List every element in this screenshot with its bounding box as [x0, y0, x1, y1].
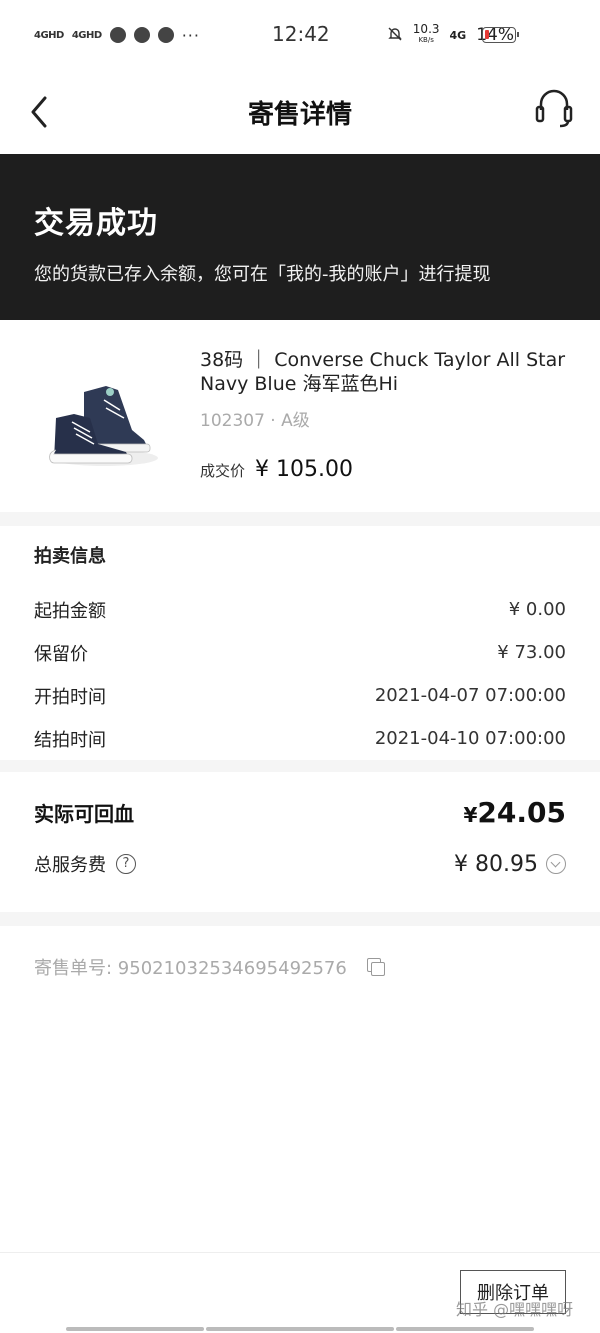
auction-row-label: 开拍时间: [34, 686, 106, 708]
payout-section: 实际可回血 ¥24.05 总服务费 ? ¥ 80.95: [0, 772, 600, 877]
section-divider: [0, 760, 600, 772]
network-type: 4G: [449, 28, 467, 42]
clock: 12:42: [272, 22, 330, 46]
service-fee-label: 总服务费: [34, 855, 106, 876]
home-indicator-segment: [206, 1327, 394, 1331]
order-number: 寄售单号: 950210325346954925​76: [34, 958, 347, 979]
transaction-status-title: 交易成功: [34, 206, 158, 241]
page-title: 寄售详情: [247, 99, 352, 130]
product-card[interactable]: 38码 ｜ Converse Chuck Taylor All Star Nav…: [0, 320, 600, 512]
payout-amount: ¥24.05: [464, 796, 567, 829]
auction-row-label: 起拍金额: [34, 600, 106, 622]
payout-amount-value: 24.05: [477, 795, 566, 829]
product-image: [44, 370, 158, 470]
headset-icon[interactable]: [534, 86, 574, 130]
footer-divider: [0, 1252, 600, 1253]
section-divider: [0, 912, 600, 926]
wechat-icon: [109, 27, 126, 43]
order-number-row: 寄售单号: 950210325346954925​76: [34, 954, 385, 980]
home-indicator-segment: [66, 1327, 204, 1331]
chevron-down-icon[interactable]: [546, 854, 566, 874]
network-speed-unit: KB/s: [418, 36, 434, 44]
deal-price-value: ¥ 105.00: [255, 457, 353, 482]
help-icon[interactable]: ?: [116, 854, 136, 874]
chevron-left-icon[interactable]: [28, 92, 68, 132]
transaction-status-subtitle: 您的货款已存入余额，您可在「我的-我的账户」进行提现: [34, 264, 491, 285]
network-speed-value: 10.3: [412, 22, 440, 36]
status-left: 4GHD 4GHD ···: [34, 26, 200, 45]
auction-info-title: 拍卖信息: [34, 546, 106, 567]
auction-row-label: 保留价: [34, 643, 88, 665]
auction-row: 结拍时间 2021-04-10 07:00:00: [34, 717, 566, 760]
signal-indicator-1: 4GHD: [34, 29, 64, 41]
network-speed: 10.3 KB/s: [412, 22, 440, 46]
nav-bar: 寄售详情: [0, 70, 600, 154]
section-divider: [0, 512, 600, 526]
auction-row-value: ¥ 73.00: [497, 642, 566, 663]
payout-row: 实际可回血 ¥24.05: [34, 772, 566, 852]
music-icon: [157, 27, 174, 43]
watermark: 知乎 @嘿嘿嘿呀: [456, 1300, 574, 1319]
auction-row: 保留价 ¥ 73.00: [34, 631, 566, 674]
payout-currency: ¥: [463, 802, 478, 827]
copy-icon[interactable]: [366, 958, 385, 976]
home-indicator-segment: [396, 1327, 534, 1331]
qq-icon: [133, 27, 150, 43]
auction-info-section: 拍卖信息 起拍金额 ¥ 0.00 保留价 ¥ 73.00 开拍时间 2021-0…: [0, 526, 600, 760]
auction-row-value: 2021-04-07 07:00:00: [374, 685, 566, 706]
payout-label: 实际可回血: [34, 801, 134, 826]
battery-icon: [482, 27, 519, 43]
product-name: 38码 ｜ Converse Chuck Taylor All Star Nav…: [200, 349, 566, 395]
auction-row-value: 2021-04-10 07:00:00: [374, 728, 566, 749]
mute-icon: [387, 26, 403, 45]
service-fee-row[interactable]: 总服务费 ? ¥ 80.95: [34, 851, 566, 877]
product-price-row: 成交价 ¥ 105.00: [200, 457, 570, 482]
service-fee-value-group[interactable]: ¥ 80.95: [454, 852, 566, 877]
product-sku: 102307 · A级: [200, 411, 310, 431]
auction-row-label: 结拍时间: [34, 729, 106, 751]
deal-price-label: 成交价: [200, 462, 246, 480]
auction-row: 开拍时间 2021-04-07 07:00:00: [34, 674, 566, 717]
auction-row-value: ¥ 0.00: [508, 599, 566, 620]
service-fee-value: ¥ 80.95: [454, 851, 538, 877]
service-fee-label-group: 总服务费 ?: [34, 851, 136, 877]
product-info: 38码 ｜ Converse Chuck Taylor All Star Nav…: [200, 348, 570, 482]
more-notifications-icon: ···: [181, 25, 200, 45]
status-banner: 交易成功 您的货款已存入余额，您可在「我的-我的账户」进行提现: [0, 154, 600, 320]
signal-indicator-2: 4GHD: [71, 29, 102, 41]
auction-row: 起拍金额 ¥ 0.00: [34, 588, 566, 631]
